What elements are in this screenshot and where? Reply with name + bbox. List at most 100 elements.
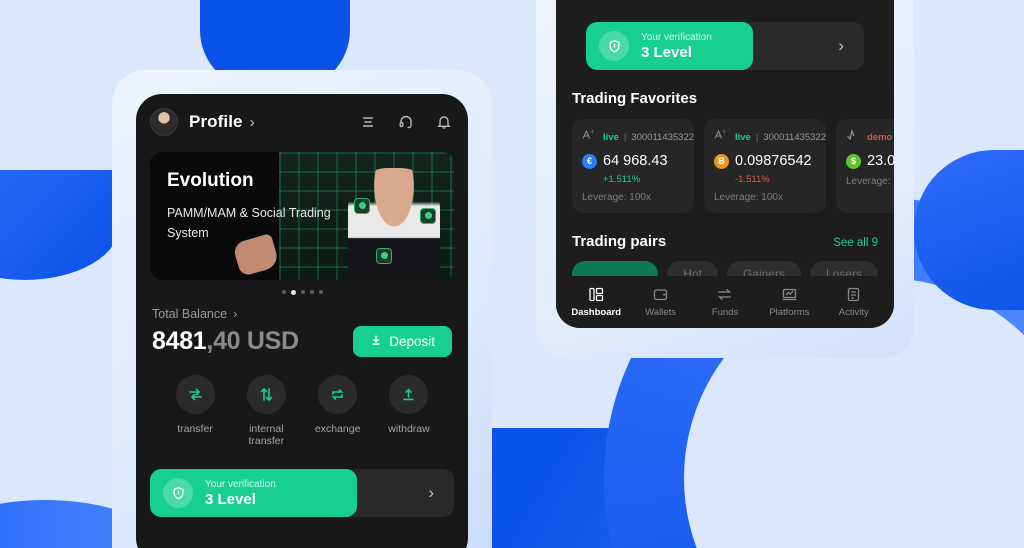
verification-text: Your verification 3 Level [641,32,712,61]
carousel-dot-active[interactable] [290,290,296,295]
nav-item-wallets[interactable]: Wallets [631,286,691,318]
right-phone-content: Your verification 3 Level › Trading Favo… [556,22,894,287]
verification-text: Your verification 3 Level [205,479,276,508]
left-phone-screen: Profile › Evolution PAMM/MAM & Social Tr… [136,94,468,548]
banner-avatar-chip [376,248,392,264]
funds-icon [695,286,755,303]
action-label: internal transfer [248,423,285,447]
svg-text:5: 5 [723,129,726,134]
bell-icon[interactable] [436,114,452,130]
favorites-title: Trading Favorites [572,90,698,107]
page-title: Profile [189,112,243,131]
favorites-list[interactable]: 4 live | 300011435322 € 64 968.43 +1.511… [572,119,894,213]
favorite-card[interactable]: demo | $ 23.0 Leverage: 1 [836,119,894,213]
banner-person [348,168,440,280]
action-label: withdraw [388,423,430,435]
quick-actions: transfer internal transfer exchange with… [136,357,468,447]
verification-caption: Your verification [641,31,712,43]
action-withdraw[interactable]: withdraw [376,375,442,447]
balance-section: Total Balance › 8481,40 USD Deposit [136,295,468,357]
carousel-dot[interactable] [300,290,305,294]
action-exchange[interactable]: exchange [305,375,371,447]
nav-label: Platforms [769,307,810,318]
transfer-icon [175,375,215,414]
account-balance: 0.09876542 [735,153,812,169]
dashboard-icon [566,286,626,303]
currency-icon: Ƀ [714,153,729,169]
wallet-icon [631,286,691,303]
bottom-navigation[interactable]: Dashboard Wallets Funds Platforms Activi… [556,276,894,328]
pairs-header: Trading pairs See all 9 [572,233,878,250]
carousel-dot[interactable] [309,290,314,294]
currency-icon: € [582,153,597,169]
internal-transfer-icon [246,375,286,414]
decor-left-crescent [0,170,120,280]
deposit-button[interactable]: Deposit [353,326,452,357]
favorite-card-header: 4 live | 300011435322 [582,128,694,146]
right-phone-screen: Your verification 3 Level › Trading Favo… [556,0,894,328]
favorite-value-row: Ƀ 0.09876542 [714,153,816,169]
separator: | [623,131,627,143]
mt5-logo-icon: 5 [714,128,730,146]
favorites-header: Trading Favorites [572,90,878,107]
leverage-label: Leverage: 1 [846,176,894,187]
profile-header[interactable]: Profile › [136,94,468,146]
verification-chevron-icon[interactable]: › [428,483,434,503]
ctrader-logo-icon [846,128,862,146]
banner-avatar-chip [420,208,436,224]
shield-icon [163,478,193,508]
nav-item-dashboard[interactable]: Dashboard [566,286,626,318]
banner-heading: Evolution [167,170,254,191]
favorite-card[interactable]: 4 live | 300011435322 € 64 968.43 +1.511… [572,119,694,213]
see-all-link[interactable]: See all 9 [833,237,878,249]
carousel-dot[interactable] [318,290,323,294]
account-balance: 23.0 [867,153,894,169]
verification-card[interactable]: Your verification 3 Level › [150,469,454,517]
leverage-label: Leverage: 100x [582,192,651,203]
verification-chevron-icon[interactable]: › [838,36,844,56]
promo-banner[interactable]: Evolution PAMM/MAM & Social Trading Syst… [150,152,454,280]
header-icons [360,114,452,130]
balance-label-row[interactable]: Total Balance › [152,307,452,321]
carousel-dot[interactable] [281,290,286,294]
avatar[interactable] [150,108,178,136]
svg-text:4: 4 [591,129,594,134]
balance-decimal: ,40 USD [206,327,299,355]
platforms-icon [759,286,819,303]
nav-item-activity[interactable]: Activity [824,286,884,318]
favorite-card-header: demo | [846,128,894,146]
favorite-value-row: $ 23.0 [846,153,894,169]
verification-level: 3 Level [205,490,256,508]
account-number: 300011435322 [631,131,695,143]
favorite-card[interactable]: 5 live | 300011435322 Ƀ 0.09876542 -1.51… [704,119,826,213]
action-transfer[interactable]: transfer [162,375,228,447]
mt4-logo-icon: 4 [582,128,598,146]
change-percent: -1.511% [735,174,770,185]
menu-icon[interactable] [360,114,376,130]
separator: | [755,131,759,143]
balance-chevron-icon[interactable]: › [233,307,237,321]
account-balance: 64 968.43 [603,153,668,169]
action-internal-transfer[interactable]: internal transfer [233,375,299,447]
change-percent: +1.511% [603,174,641,185]
verification-card[interactable]: Your verification 3 Level › [586,22,864,70]
leverage-label: Leverage: 100x [714,192,783,203]
nav-item-funds[interactable]: Funds [695,286,755,318]
activity-icon [824,286,884,303]
exchange-icon [318,375,358,414]
action-label: transfer [177,423,213,435]
balance-row: 8481,40 USD Deposit [152,326,452,357]
profile-chevron-icon[interactable]: › [250,114,255,131]
download-icon [370,334,382,349]
pairs-title: Trading pairs [572,233,667,250]
verification-level: 3 Level [641,43,692,61]
withdraw-icon [389,375,429,414]
favorite-value-row: € 64 968.43 [582,153,684,169]
balance-integer: 8481 [152,327,207,355]
balance-amount: 8481,40 USD [152,327,299,356]
currency-icon: $ [846,153,861,169]
nav-label: Funds [711,307,739,318]
account-number: 300011435322 [763,131,827,143]
headset-icon[interactable] [398,114,414,130]
nav-item-platforms[interactable]: Platforms [759,286,819,318]
